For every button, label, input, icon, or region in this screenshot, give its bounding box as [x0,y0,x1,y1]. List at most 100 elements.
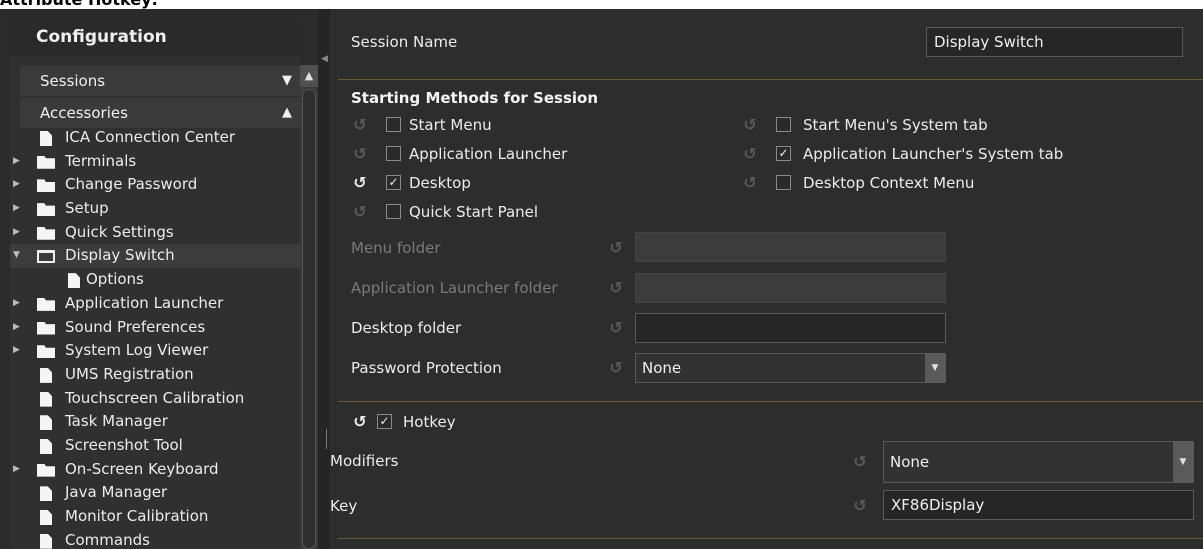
tree-item-ums-registration[interactable]: UMS Registration [10,363,300,387]
tree-item-display-switch[interactable]: ▼ Display Switch [10,244,300,269]
divider [338,538,1203,539]
tree-item-monitor-calibration[interactable]: Monitor Calibration [10,505,300,529]
expand-icon[interactable]: ▶ [13,339,23,363]
sidebar-scrollbar[interactable]: ▲ [300,65,318,549]
tree-item-ica-connection-center[interactable]: ICA Connection Center [10,126,300,150]
tree-item-quick-settings[interactable]: ▶ Quick Settings [10,221,300,245]
desktop-context-menu-row: ↺ Desktop Context Menu [741,172,1161,194]
document-icon [40,391,52,407]
folder-icon [37,179,55,193]
modifiers-select[interactable]: None ▼ [883,441,1194,483]
scroll-thumb[interactable] [302,89,316,549]
application-launcher-system-tab-checkbox[interactable]: ✓ [776,146,791,161]
application-launcher-folder-label: Application Launcher folder [351,279,558,297]
tree-item-sound-preferences[interactable]: ▶ Sound Preferences [10,316,300,340]
tree-item-label: On-Screen Keyboard [65,459,219,478]
quick-start-panel-checkbox[interactable] [386,204,401,219]
sessions-label: Sessions [40,72,106,90]
chevron-down-icon[interactable]: ▼ [1173,442,1193,482]
tree-item-label: Touchscreen Calibration [65,388,245,407]
settings-panel: Session Name Display Switch Starting Met… [330,9,1203,549]
expand-icon[interactable]: ▶ [13,173,23,197]
document-icon [40,510,52,525]
tree-item-label: Task Manager [65,412,168,431]
document-icon [40,486,52,502]
open-folder-icon [37,250,55,264]
document-icon [68,273,80,289]
tree-item-label: Change Password [65,175,198,194]
modifiers-value: None [890,453,930,471]
reset-icon: ↺ [609,238,623,257]
expand-icon[interactable]: ▶ [13,292,23,316]
start-menu-row: ↺ Start Menu [351,114,651,136]
collapse-left-icon[interactable]: ◀ [321,55,328,64]
folder-icon [37,345,55,359]
tree-item-label: Java Manager [65,483,168,502]
tree-item-label: Options [86,270,144,289]
collapse-up-icon: ▲ [282,105,292,120]
tree-item-task-manager[interactable]: Task Manager [10,410,300,434]
desktop-context-menu-checkbox[interactable] [776,175,791,190]
session-name-input[interactable]: Display Switch [926,27,1183,57]
tree-item-screenshot-tool[interactable]: Screenshot Tool [10,434,300,458]
divider [338,79,1203,80]
expand-icon[interactable]: ▶ [13,316,23,340]
accessories-section-header[interactable]: Accessories ▲ [20,98,300,128]
page-header-strip: Attribute Hotkey: [0,0,1203,9]
panel-splitter[interactable]: ◀ [318,9,330,549]
document-icon [40,131,52,146]
key-label: Key [330,497,358,515]
tree-item-setup[interactable]: ▶ Setup [10,197,300,221]
folder-icon [37,203,55,217]
collapse-icon[interactable]: ▼ [13,244,23,268]
document-icon [40,367,52,383]
expand-icon[interactable]: ▶ [13,458,23,482]
tree-item-label: Terminals [65,151,137,170]
desktop-folder-input[interactable] [635,313,946,343]
start-menu-checkbox[interactable] [386,117,401,132]
application-launcher-system-tab-row: ↺ ✓ Application Launcher's System tab [741,143,1161,165]
expand-icon[interactable]: ▶ [13,150,23,174]
key-input[interactable]: XF86Display [883,490,1194,520]
scroll-up-icon[interactable]: ▲ [300,65,318,87]
document-icon [40,533,52,549]
reset-icon: ↺ [853,452,867,471]
sidebar-title: Configuration [10,18,300,56]
application-launcher-checkbox[interactable] [386,146,401,161]
hotkey-checkbox[interactable]: ✓ [377,414,392,429]
tree-item-commands[interactable]: Commands [10,529,300,549]
page-header-text: Attribute Hotkey: [0,0,158,9]
password-protection-select[interactable]: None ▼ [635,353,946,383]
splitter-handle[interactable] [326,429,327,449]
tree-item-touchscreen-calibration[interactable]: Touchscreen Calibration [10,387,300,411]
tree-item-system-log-viewer[interactable]: ▶ System Log Viewer [10,339,300,363]
hotkey-row: ↺ ✓ Hotkey [351,411,551,433]
tree-item-application-launcher[interactable]: ▶ Application Launcher [10,292,300,316]
reset-icon: ↺ [743,115,757,134]
desktop-checkbox[interactable]: ✓ [386,175,401,190]
starting-methods-heading: Starting Methods for Session [351,89,598,107]
tree-item-java-manager[interactable]: Java Manager [10,481,300,505]
start-menu-system-tab-checkbox[interactable] [776,117,791,132]
tree-item-options[interactable]: Options [10,268,300,292]
reset-icon: ↺ [853,496,867,515]
tree-item-terminals[interactable]: ▶ Terminals [10,150,300,174]
tree-item-on-screen-keyboard[interactable]: ▶ On-Screen Keyboard [10,458,300,482]
tree-item-label: Application Launcher [65,293,224,312]
tree-item-label: Display Switch [65,246,175,265]
password-protection-label: Password Protection [351,359,502,377]
tree-item-label: UMS Registration [65,364,194,383]
sessions-section-header[interactable]: Sessions ▼ [20,66,300,96]
folder-icon [37,321,55,335]
reset-icon[interactable]: ↺ [351,413,369,431]
modifiers-label: Modifiers [330,452,399,470]
expand-icon[interactable]: ▶ [13,221,23,245]
chevron-down-icon[interactable]: ▼ [925,354,945,382]
reset-icon[interactable]: ↺ [351,174,369,192]
folder-icon [37,155,55,169]
tree-item-change-password[interactable]: ▶ Change Password [10,173,300,197]
password-protection-value: None [642,359,682,377]
document-icon [40,415,52,431]
session-name-label: Session Name [351,33,458,51]
expand-icon[interactable]: ▶ [13,197,23,221]
